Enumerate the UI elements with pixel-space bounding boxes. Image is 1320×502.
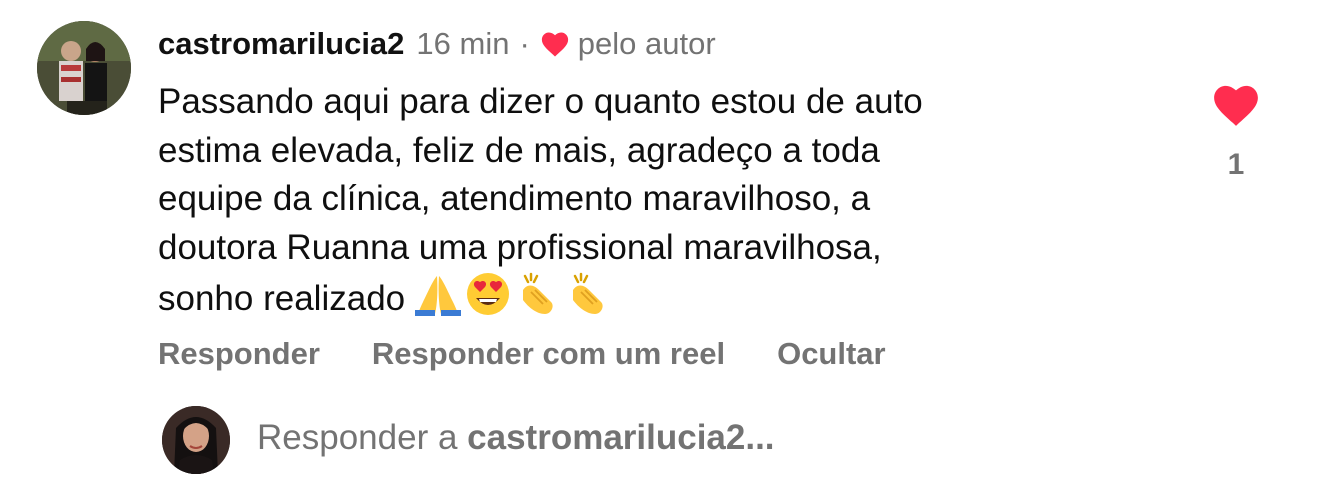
comment-line: doutora Ruanna uma profissional maravilh…: [158, 227, 882, 267]
comment-line: estima elevada, feliz de mais, agradeço …: [158, 130, 880, 170]
comment-username[interactable]: castromarilucia2: [158, 26, 404, 62]
separator-dot: ·: [519, 26, 530, 61]
current-user-avatar: [162, 406, 230, 474]
heart-eyes-icon: [466, 273, 509, 315]
comment-line: sonho realizado: [158, 279, 406, 318]
commenter-avatar[interactable]: [37, 21, 131, 115]
author-heart-icon: [541, 32, 568, 57]
comment-time: 16 min: [416, 26, 510, 61]
reply-prefix: Responder a: [257, 418, 458, 457]
comment-header: castromarilucia2 16 min · pelo autor: [158, 24, 716, 64]
comment-text: Passando aqui para dizer o quanto estou …: [158, 78, 1178, 324]
hide-button[interactable]: Ocultar: [777, 336, 886, 372]
reply-with-reel-button[interactable]: Responder com um reel: [372, 336, 725, 372]
comment-actions: Responder Responder com um reel Ocultar: [158, 336, 886, 372]
reply-input[interactable]: Responder a castromarilucia2...: [257, 418, 775, 458]
comment-line: Passando aqui para dizer o quanto estou …: [158, 82, 923, 121]
clapping-hands-icon: [522, 272, 553, 314]
folded-hands-icon: [414, 276, 461, 316]
reply-target-username: castromarilucia2...: [467, 418, 775, 457]
clapping-hands-icon: [572, 272, 603, 314]
comment-line: equipe da clínica, atendimento maravilho…: [158, 179, 871, 218]
reply-button[interactable]: Responder: [158, 336, 320, 372]
author-badge: pelo autor: [577, 26, 716, 61]
like-count[interactable]: 1: [1214, 148, 1258, 182]
like-heart-icon[interactable]: [1211, 82, 1261, 128]
